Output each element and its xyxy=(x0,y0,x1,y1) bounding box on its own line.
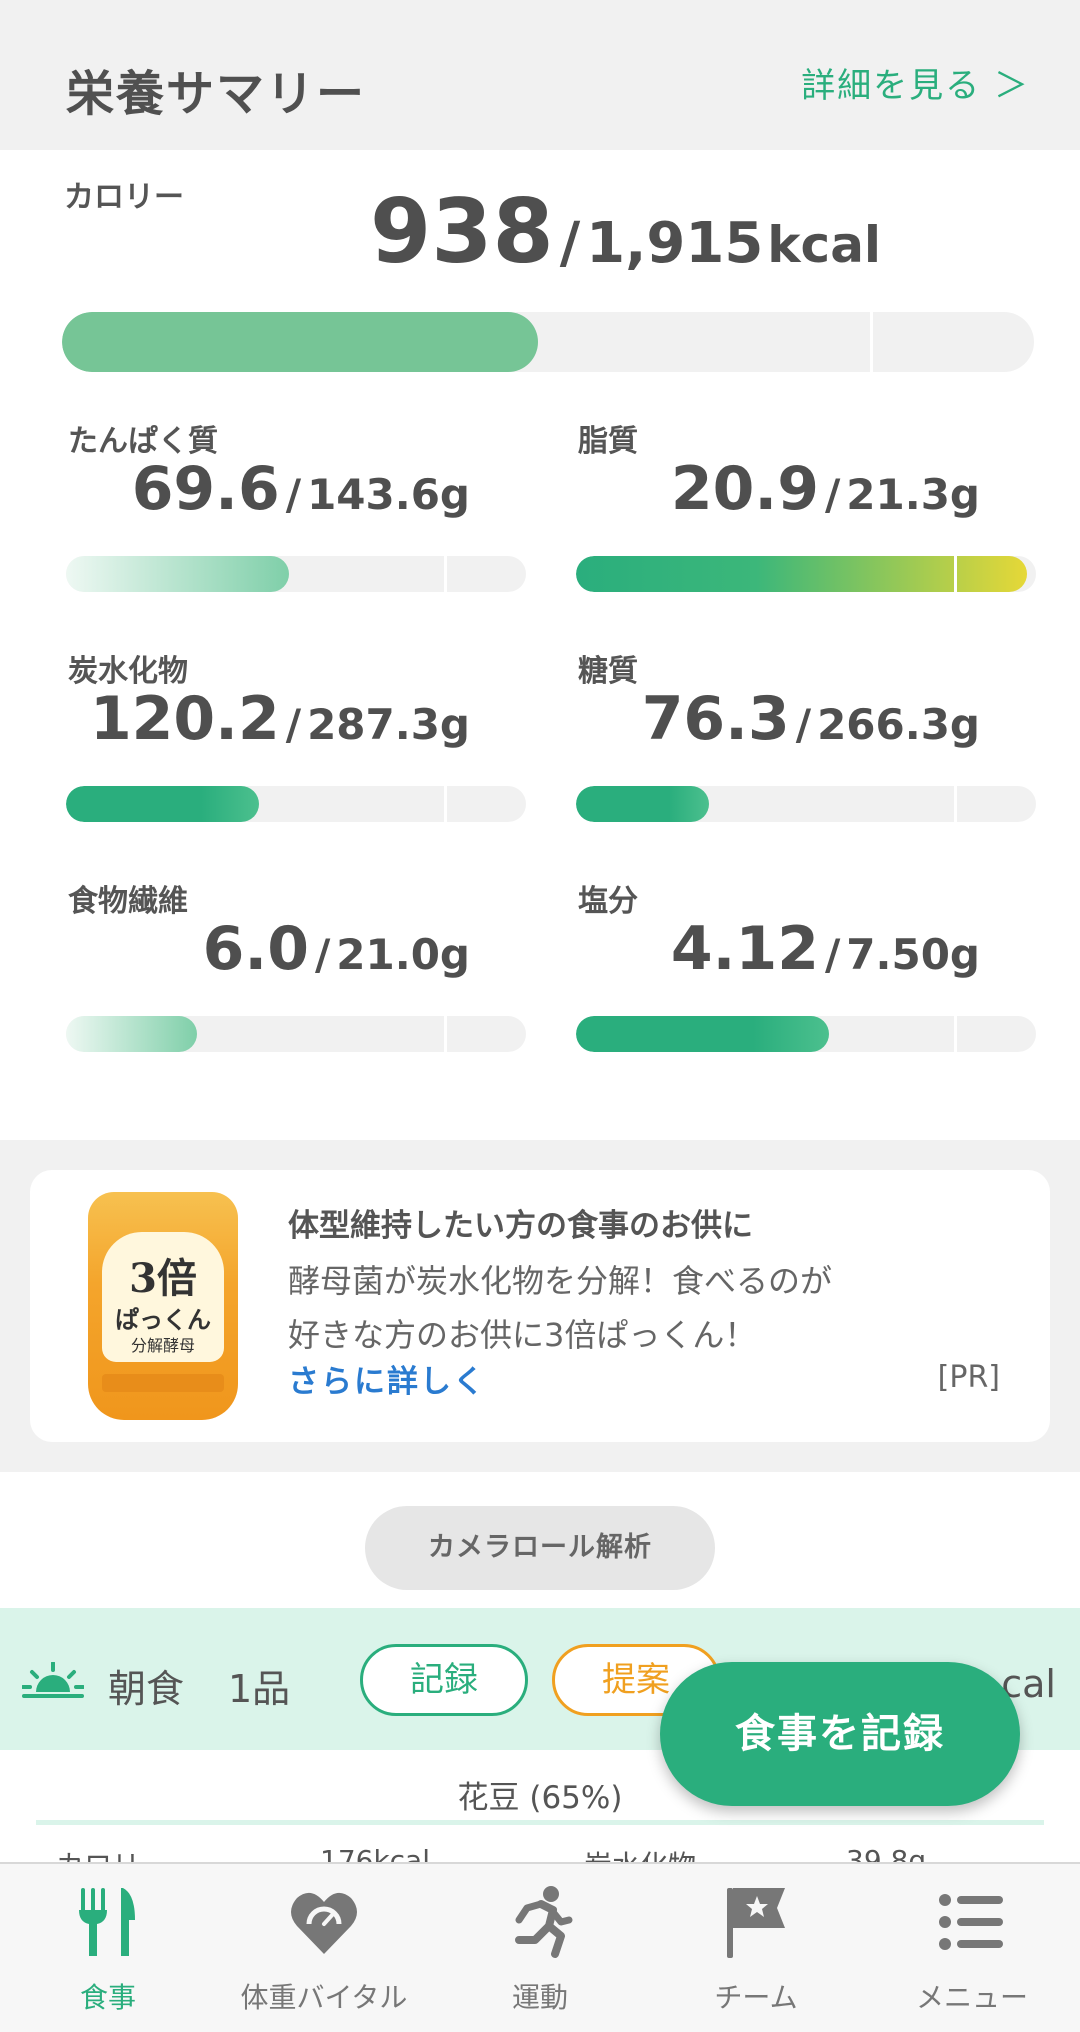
header: 栄養サマリー 詳細を見る ＞ xyxy=(0,0,1080,150)
record-button[interactable]: 記録 xyxy=(360,1644,528,1716)
ad-card[interactable]: 3倍 ぱっくん 分解酵母 体型維持したい方の食事のお供に 酵母菌が炭水化物を分解… xyxy=(30,1170,1050,1442)
divider xyxy=(36,1820,1044,1825)
nav-label: 食事 xyxy=(79,1981,136,2014)
calorie-target: 1,915 xyxy=(586,211,764,276)
ad-more-link[interactable]: さらに詳しく xyxy=(288,1356,486,1401)
calorie-current: 938 xyxy=(370,180,554,283)
nav-label: メニュー xyxy=(915,1981,1028,2014)
nav-item-menu[interactable]: メニュー xyxy=(864,1864,1080,2032)
nutrient-progress-bar xyxy=(576,786,1036,822)
calorie-label: カロリー xyxy=(64,180,184,215)
page-title: 栄養サマリー xyxy=(66,66,367,122)
nutrient-label: 食物繊維 xyxy=(68,884,188,919)
nutrient-progress-bar xyxy=(66,556,526,592)
nutrient-progress-bar xyxy=(576,556,1036,592)
nav-item-weight-vital[interactable]: 体重バイタル xyxy=(216,1864,432,2032)
nutrient-progress-fill xyxy=(576,556,1027,592)
running-icon xyxy=(515,1886,573,1958)
record-meal-fab[interactable]: 食事を記録 xyxy=(660,1662,1020,1806)
detail-link[interactable]: 詳細を見る ＞ xyxy=(801,58,1030,107)
nav-label: チーム xyxy=(714,1981,798,2014)
calorie-value: 938/1,915kcal xyxy=(370,180,882,283)
nav-item-meal[interactable]: 食事 xyxy=(0,1864,216,2032)
nutrient-value: 6.0/21.0g xyxy=(202,914,470,984)
nav-label: 運動 xyxy=(511,1981,568,2014)
ad-pr-label: [PR] xyxy=(937,1360,1000,1395)
nutrient-progress-fill xyxy=(576,786,710,822)
nutrient-sugar: 糖質 76.3/266.3g xyxy=(576,646,1036,846)
nutrient-value: 4.12/7.50g xyxy=(670,914,980,984)
team-flag-icon xyxy=(727,1888,785,1958)
heart-scale-icon xyxy=(291,1892,357,1954)
nav-item-team[interactable]: チーム xyxy=(648,1864,864,2032)
nutrient-salt: 塩分 4.12/7.50g xyxy=(576,876,1036,1076)
nutrient-progress-bar xyxy=(66,1016,526,1052)
nav-item-exercise[interactable]: 運動 xyxy=(432,1864,648,2032)
fork-knife-icon xyxy=(79,1888,135,1956)
nutrient-value: 76.3/266.3g xyxy=(641,684,980,754)
calorie-progress-bar xyxy=(62,312,1034,372)
calorie-target-mark xyxy=(870,312,873,372)
nutrient-value: 69.6/143.6g xyxy=(131,454,470,524)
nutrient-progress-bar xyxy=(66,786,526,822)
nutrient-fiber: 食物繊維 6.0/21.0g xyxy=(66,876,526,1076)
nutrient-label: 脂質 xyxy=(578,424,638,459)
nutrient-protein: たんぱく質 69.6/143.6g xyxy=(66,416,526,616)
nutrient-value: 120.2/287.3g xyxy=(89,684,470,754)
nav-label: 体重バイタル xyxy=(240,1981,408,2014)
meal-name: 朝食 xyxy=(108,1667,185,1711)
meal-item-count: 1品 xyxy=(228,1667,291,1711)
nutrient-progress-fill xyxy=(66,786,260,822)
calorie-unit: kcal xyxy=(767,216,882,274)
menu-list-icon xyxy=(939,1894,1003,1950)
nutrient-value: 20.9/21.3g xyxy=(670,454,980,524)
nutrient-label: 塩分 xyxy=(578,884,638,919)
ad-title: 体型維持したい方の食事のお供に xyxy=(288,1208,753,1244)
ad-body: 酵母菌が炭水化物を分解！食べるのが 好きな方のお供に3倍ぱっくん！ xyxy=(288,1262,833,1354)
nutrient-progress-fill xyxy=(66,556,290,592)
sunrise-icon xyxy=(22,1662,84,1698)
nutrient-progress-bar xyxy=(576,1016,1036,1052)
camera-roll-analysis-button[interactable]: カメラロール解析 xyxy=(365,1506,715,1590)
product-image: 3倍 ぱっくん 分解酵母 xyxy=(88,1192,238,1420)
bottom-nav: 食事 体重バイタル 運動 チーム メニュー xyxy=(0,1862,1080,2032)
nutrient-fat: 脂質 20.9/21.3g xyxy=(576,416,1036,616)
nutrient-label: 糖質 xyxy=(578,654,638,689)
calorie-progress-fill xyxy=(62,312,539,372)
nutrient-progress-fill xyxy=(66,1016,198,1052)
nutrient-progress-fill xyxy=(576,1016,829,1052)
nutrient-carbohydrate: 炭水化物 120.2/287.3g xyxy=(66,646,526,846)
